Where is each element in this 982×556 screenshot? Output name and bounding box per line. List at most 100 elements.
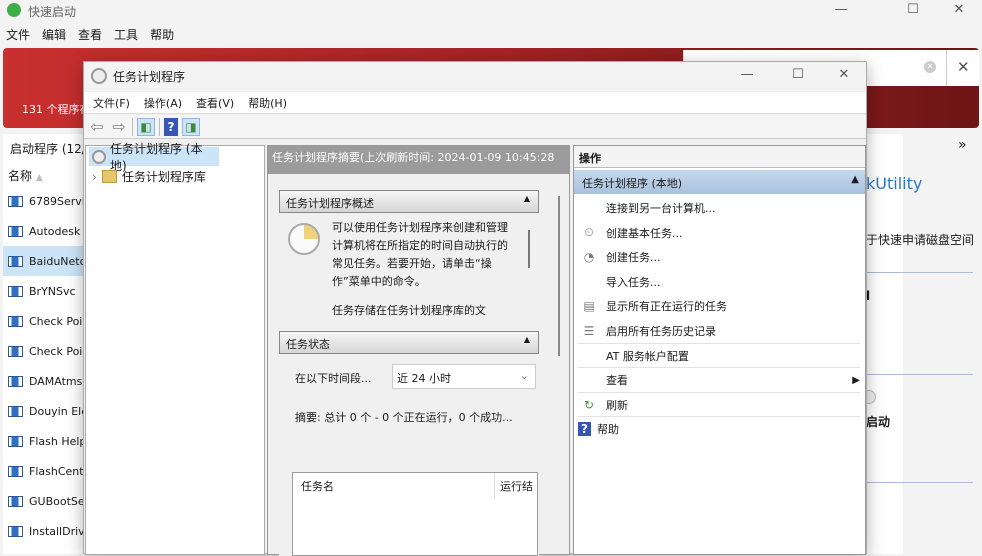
divider (159, 117, 160, 136)
menu-file[interactable]: 文件(F) (93, 95, 130, 111)
period-label: 在以下时间段... (295, 372, 372, 385)
submenu-arrow-icon: ▶ (852, 374, 860, 386)
menu-edit[interactable]: 编辑 (42, 26, 66, 46)
clock-icon (92, 149, 106, 164)
clear-icon[interactable]: ✕ (924, 61, 936, 73)
menu-action[interactable]: 操作(A) (144, 95, 182, 111)
action-import-task[interactable]: 导入任务... (578, 270, 860, 294)
tree-item-library[interactable]: › 任务计划程序库 (92, 168, 206, 185)
create-task-icon: ◔ (583, 250, 595, 265)
divider (866, 374, 973, 375)
menu-tools[interactable]: 工具 (114, 26, 138, 46)
tree-item-local[interactable]: 任务计划程序 (本地) (89, 142, 219, 173)
column-task-name[interactable]: 任务名 (301, 478, 334, 494)
close-button[interactable]: ✕ (944, 2, 974, 20)
app-icon (8, 285, 23, 297)
dialog-titlebar: 任务计划程序 — ☐ ✕ (84, 62, 866, 91)
show-hide-tree-icon[interactable]: ◧ (137, 117, 155, 136)
dialog-maximize-button[interactable]: ☐ (783, 67, 813, 85)
action-label: 刷新 (606, 398, 628, 412)
show-hide-action-pane-icon[interactable]: ◨ (182, 117, 200, 136)
action-connect-computer[interactable]: 连接到另一台计算机... (578, 196, 860, 220)
list-item-label: BrYNSvc (29, 284, 76, 298)
clock-icon (91, 68, 107, 84)
search-close-icon[interactable]: ✕ (957, 58, 970, 76)
expand-chevron-icon[interactable]: » (958, 137, 967, 153)
column-name[interactable]: 名称 ▲ (8, 167, 43, 184)
detail-title: kUtility (866, 174, 923, 193)
scrollbar[interactable] (558, 196, 560, 356)
folder-clock-icon (101, 170, 117, 183)
action-label: 帮助 (597, 423, 619, 437)
action-at-service-config[interactable]: AT 服务帐户配置 (578, 344, 860, 368)
group-label: 任务计划程序 (本地) (582, 177, 683, 190)
running-tasks-icon: ▤ (583, 299, 595, 314)
menu-help[interactable]: 帮助 (150, 26, 174, 46)
tree-pane: 任务计划程序 (本地) › 任务计划程序库 (85, 142, 265, 555)
back-arrow-icon[interactable]: ⇦ (88, 117, 106, 136)
app-icon (8, 225, 23, 237)
forward-arrow-icon[interactable]: ⇨ (110, 117, 128, 136)
column-run-result[interactable]: 运行结 (500, 478, 533, 494)
overview-header[interactable]: 任务计划程序概述 ▲ (279, 190, 539, 213)
app-titlebar: 快速启动 — ☐ ✕ (0, 0, 982, 22)
detail-desc: 于快速申请磁盘空间 (866, 233, 975, 247)
history-icon: ☰ (583, 324, 595, 338)
sort-asc-icon: ▲ (35, 173, 43, 183)
dialog-menubar: 文件(F) 操作(A) 查看(V) 帮助(H) (84, 92, 866, 114)
app-icon (8, 435, 23, 447)
app-icon (8, 375, 23, 387)
divider (132, 117, 133, 136)
program-count: 131 个程序在 (22, 103, 91, 116)
period-select[interactable]: 近 24 小时 ⌄ (392, 364, 536, 389)
help-icon[interactable]: ? (164, 117, 178, 136)
minimize-button[interactable]: — (826, 2, 856, 20)
scrollbar[interactable] (528, 230, 530, 268)
app-icon (8, 195, 23, 207)
menu-help[interactable]: 帮助(H) (248, 95, 287, 111)
dialog-minimize-button[interactable]: — (732, 67, 762, 85)
collapse-icon[interactable]: ▲ (524, 335, 530, 344)
summary-pane: 任务计划程序摘要(上次刷新时间: 2024-01-09 10:45:28 任务计… (267, 145, 570, 556)
expand-chevron-icon[interactable]: › (92, 170, 97, 184)
help-icon: ? (578, 422, 591, 437)
divider (866, 482, 973, 483)
app-icon (8, 255, 23, 267)
action-view[interactable]: 查看 ▶ (578, 368, 860, 392)
collapse-icon[interactable]: ▲ (851, 174, 859, 185)
status-section: 任务状态 ▲ 在以下时间段... 近 24 小时 ⌄ 摘要: 总计 0 个 - 0 … (279, 331, 539, 556)
action-enable-history[interactable]: ☰ 启用所有任务历史记录 (578, 319, 860, 343)
column-name-label: 名称 (8, 169, 33, 183)
toolbar: ⇦ ⇨ ◧ ? ◨ (84, 115, 866, 139)
action-refresh[interactable]: ↻ 刷新 (578, 393, 860, 417)
create-basic-task-icon: ⏲ (584, 225, 594, 240)
action-help[interactable]: ? 帮助 (578, 417, 860, 441)
list-header: 启动程序 (12/ (10, 142, 86, 156)
menu-file[interactable]: 文件 (6, 26, 30, 46)
action-create-task[interactable]: ◔ 创建任务... (578, 245, 860, 269)
status-header[interactable]: 任务状态 ▲ (279, 331, 539, 354)
overview-text-2: 任务存储在任务计划程序库的文 (332, 304, 486, 317)
app-icon (8, 495, 23, 507)
action-label: 创建任务... (606, 251, 661, 265)
actions-group-header[interactable]: 任务计划程序 (本地) ▲ (574, 170, 865, 194)
clock-icon (288, 223, 320, 255)
maximize-button[interactable]: ☐ (898, 2, 928, 20)
app-icon (8, 315, 23, 327)
section-title: 任务状态 (286, 338, 330, 351)
dialog-title: 任务计划程序 (113, 70, 186, 84)
dialog-close-button[interactable]: ✕ (829, 67, 859, 85)
period-value: 近 24 小时 (397, 372, 451, 385)
menu-view[interactable]: 查看(V) (196, 95, 234, 111)
action-create-basic-task[interactable]: ⏲ 创建基本任务... (578, 221, 860, 245)
divider (866, 272, 973, 273)
action-label: 启用所有任务历史记录 (606, 325, 716, 338)
menu-view[interactable]: 查看 (78, 26, 102, 46)
collapse-icon[interactable]: ▲ (524, 194, 530, 203)
action-label: 连接到另一台计算机... (606, 202, 716, 215)
action-show-running-tasks[interactable]: ▤ 显示所有正在运行的任务 (578, 294, 860, 318)
action-label: AT 服务帐户配置 (606, 349, 689, 363)
overview-section: 任务计划程序概述 ▲ 可以使用任务计划程序来创建和管理计算机将在所指定的时间自动执… (279, 190, 539, 319)
section-title: 任务计划程序概述 (286, 197, 374, 210)
action-label: 导入任务... (606, 275, 661, 289)
